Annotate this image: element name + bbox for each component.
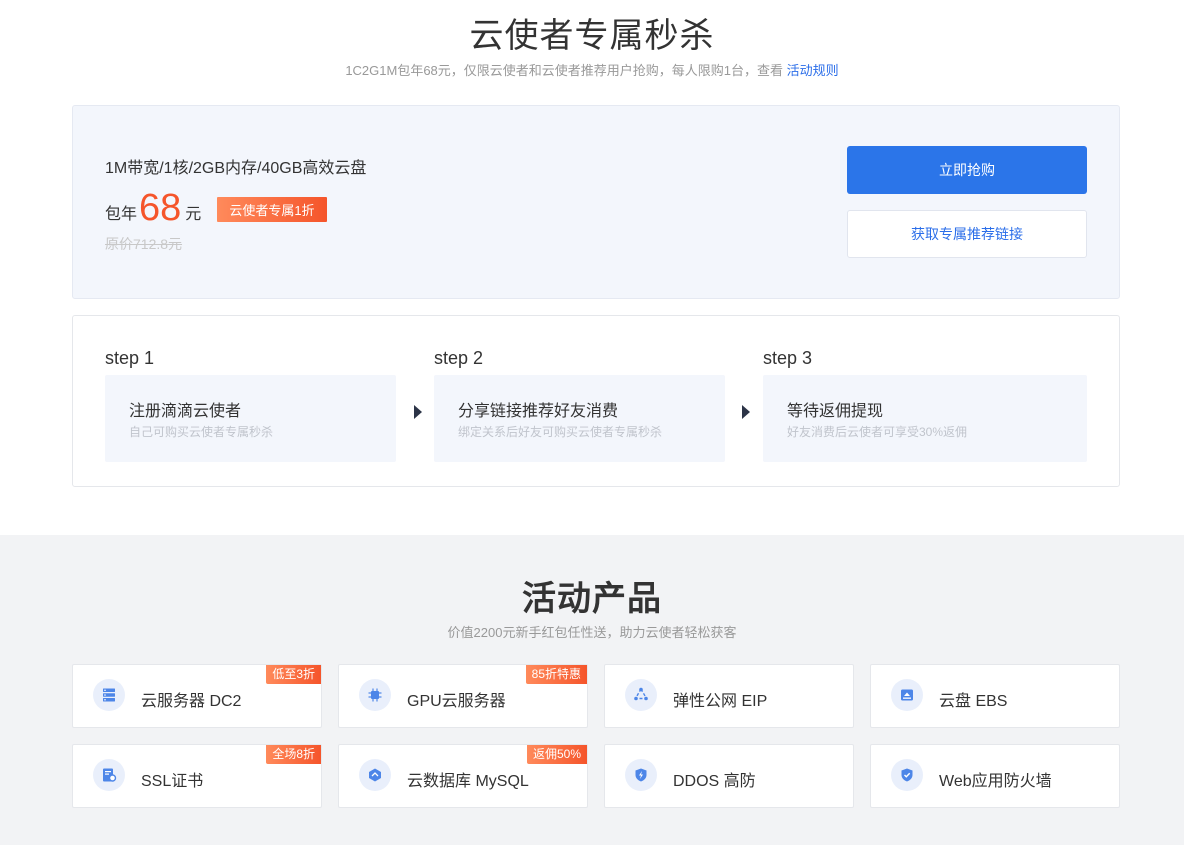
step-card: 等待返佣提现 好友消费后云使者可享受30%返佣 — [763, 375, 1087, 462]
certificate-icon — [93, 759, 125, 791]
product-card-ddos[interactable]: DDOS 高防 — [604, 744, 854, 808]
step-label: step 1 — [105, 348, 155, 368]
step-label: step 2 — [434, 348, 484, 368]
rules-link[interactable]: 活动规则 — [787, 63, 839, 78]
arrow-right-icon — [742, 405, 750, 419]
step-desc: 自己可购买云使者专属秒杀 — [129, 425, 274, 439]
step-desc: 好友消费后云使者可享受30%返佣 — [787, 425, 968, 439]
product-name: 弹性公网 EIP — [673, 693, 768, 710]
product-card-mysql[interactable]: 云数据库 MySQL 返佣50% — [338, 744, 588, 808]
firewall-icon — [891, 759, 923, 791]
step-label: step 3 — [763, 348, 813, 368]
product-name: 云服务器 DC2 — [141, 693, 242, 710]
offer-spec: 1M带宽/1核/2GB内存/40GB高效云盘 — [105, 160, 367, 177]
step-desc: 绑定关系后好友可购买云使者专属秒杀 — [458, 425, 663, 439]
discount-badge: 云使者专属1折 — [217, 197, 327, 222]
product-name: SSL证书 — [141, 773, 204, 790]
promo-tag: 85折特惠 — [525, 665, 587, 684]
product-card-eip[interactable]: 弹性公网 EIP — [604, 664, 854, 728]
arrow-right-icon — [414, 405, 422, 419]
database-icon — [359, 759, 391, 791]
product-name: DDOS 高防 — [673, 773, 756, 790]
product-name: 云盘 EBS — [939, 693, 1008, 710]
product-card-ssl[interactable]: SSL证书 全场8折 — [72, 744, 322, 808]
product-card-dc2[interactable]: 云服务器 DC2 低至3折 — [72, 664, 322, 728]
step-title: 等待返佣提现 — [787, 403, 884, 420]
original-price: 原价712.8元 — [105, 236, 183, 252]
product-card-gpu[interactable]: GPU云服务器 85折特惠 — [338, 664, 588, 728]
product-card-ebs[interactable]: 云盘 EBS — [870, 664, 1120, 728]
step-title: 分享链接推荐好友消费 — [458, 403, 619, 420]
product-card-waf[interactable]: Web应用防火墙 — [870, 744, 1120, 808]
price-prefix: 包年 — [105, 206, 138, 223]
step-card: 注册滴滴云使者 自己可购买云使者专属秒杀 — [105, 375, 396, 462]
product-name: GPU云服务器 — [407, 693, 506, 710]
price-value: 68 — [139, 187, 182, 229]
section-subtitle: 价值2200元新手红包任性送，助力云使者轻松获客 — [447, 625, 737, 640]
step-title: 注册滴滴云使者 — [129, 403, 242, 420]
price-unit: 元 — [185, 206, 202, 223]
server-icon — [93, 679, 125, 711]
get-referral-link-button[interactable]: 获取专属推荐链接 — [847, 210, 1087, 258]
network-icon — [625, 679, 657, 711]
shield-bolt-icon — [625, 759, 657, 791]
subtitle-text: 1C2G1M包年68元，仅限云使者和云使者推荐用户抢购，每人限购1台，查看 — [345, 63, 784, 78]
page-title: 云使者专属秒杀 — [469, 17, 715, 55]
section-title: 活动产品 — [522, 580, 662, 618]
product-name: 云数据库 MySQL — [407, 773, 529, 790]
flash-sale-section: 云使者专属秒杀 1C2G1M包年68元，仅限云使者和云使者推荐用户抢购，每人限购… — [0, 0, 1184, 535]
buy-now-button[interactable]: 立即抢购 — [847, 146, 1087, 194]
promo-tag: 低至3折 — [266, 665, 321, 684]
step-card: 分享链接推荐好友消费 绑定关系后好友可购买云使者专属秒杀 — [434, 375, 725, 462]
product-name: Web应用防火墙 — [939, 773, 1052, 790]
promo-tag: 全场8折 — [266, 745, 321, 764]
steps-panel: step 1 注册滴滴云使者 自己可购买云使者专属秒杀 step 2 分享链接推… — [72, 315, 1120, 487]
products-section: 活动产品 价值2200元新手红包任性送，助力云使者轻松获客 云服务器 DC2 低… — [0, 535, 1184, 845]
page-subtitle: 1C2G1M包年68元，仅限云使者和云使者推荐用户抢购，每人限购1台，查看 活动… — [0, 60, 1184, 79]
promo-tag: 返佣50% — [526, 745, 587, 764]
offer-panel: 1M带宽/1核/2GB内存/40GB高效云盘 包年 68 元 云使者专属1折 原… — [72, 105, 1120, 299]
chip-icon — [359, 679, 391, 711]
disk-icon — [891, 679, 923, 711]
price-row: 包年 68 元 云使者专属1折 — [105, 184, 327, 228]
